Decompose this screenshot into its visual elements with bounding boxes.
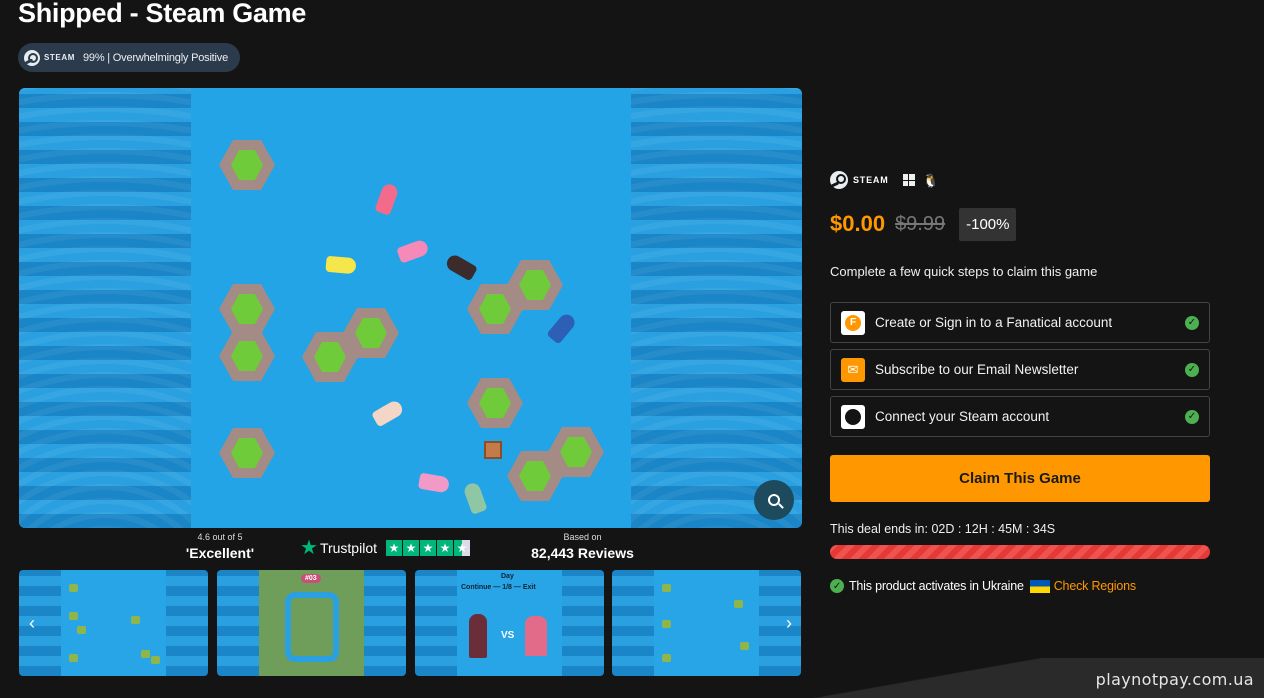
ukraine-flag-icon <box>1029 579 1050 593</box>
star-icon: ★ <box>386 540 402 556</box>
page-title: Shipped - Steam Game <box>18 0 307 28</box>
chevron-left-icon: ‹ <box>29 612 35 633</box>
chevron-right-icon: › <box>786 612 792 633</box>
check-regions-link[interactable]: Check Regions <box>1054 579 1136 593</box>
check-icon: ✓ <box>1185 315 1199 330</box>
star-icon: ★ <box>437 540 453 556</box>
thumbnail-4[interactable] <box>612 570 801 676</box>
fanatical-icon: F <box>841 310 865 335</box>
water-border-right <box>631 88 802 528</box>
mail-icon: ✉ <box>841 357 865 382</box>
claim-game-button[interactable]: Claim This Game <box>830 455 1210 502</box>
steam-icon <box>24 49 40 66</box>
step-email-newsletter[interactable]: ✉ Subscribe to our Email Newsletter ✓ <box>830 349 1210 390</box>
step-label: Subscribe to our Email Newsletter <box>875 362 1079 377</box>
trustpilot-star-icon: ★ <box>300 537 318 559</box>
windows-icon <box>902 174 915 186</box>
activation-info: ✓ This product activates in Ukraine Chec… <box>830 579 1136 593</box>
trustpilot-reviews: Based on 82,443 Reviews <box>520 532 645 561</box>
rating-text: 99% | Overwhelmingly Positive <box>83 51 229 64</box>
deal-countdown: This deal ends in: 02D : 12H : 45M : 34S <box>830 522 1056 536</box>
steps-intro: Complete a few quick steps to claim this… <box>830 264 1098 279</box>
trustpilot-score-small: 4.6 out of 5 <box>197 532 243 542</box>
thumb-day-label: Day <box>501 573 514 580</box>
deal-progress-bar <box>830 545 1210 559</box>
thumbnail-1[interactable] <box>19 570 208 676</box>
steam-rating-badge[interactable]: STEAM 99% | Overwhelmingly Positive <box>18 43 240 72</box>
os-icons: 🐧 <box>902 172 939 188</box>
trustpilot-widget[interactable]: 4.6 out of 5 'Excellent' ★ Trustpilot ★ … <box>180 532 640 566</box>
zoom-button[interactable] <box>754 480 794 520</box>
steam-icon <box>841 404 865 429</box>
carousel-prev-button[interactable]: ‹ <box>19 570 45 676</box>
watermark: playnotpay.com.ua <box>1095 670 1254 689</box>
check-icon: ✓ <box>1185 362 1199 377</box>
main-screenshot[interactable] <box>19 88 802 528</box>
game-field <box>191 88 631 528</box>
original-price: $9.99 <box>895 212 946 235</box>
step-label: Create or Sign in to a Fanatical account <box>875 315 1113 330</box>
step-label: Connect your Steam account <box>875 409 1050 424</box>
trustpilot-score-label: 'Excellent' <box>185 545 255 561</box>
price-row: $0.00 $9.99 -100% <box>830 206 1017 242</box>
thumb-menu-label: Continue — 1/8 — Exit <box>461 584 536 591</box>
star-icon: ★ <box>403 540 419 556</box>
drm-label: STEAM <box>853 175 889 185</box>
half-star-icon: ★ <box>454 540 470 556</box>
thumbnail-2[interactable]: #03 <box>217 570 406 676</box>
deal-progress-fill <box>830 545 1210 559</box>
level-badge: #03 <box>301 574 321 583</box>
activation-text: This product activates in Ukraine <box>849 579 1024 593</box>
thumb-vs-label: VS <box>501 630 515 641</box>
trustpilot-stars: ★ ★ ★ ★ ★ <box>386 540 471 556</box>
thumbnail-3[interactable]: Day Continue — 1/8 — Exit VS <box>415 570 604 676</box>
water-border-left <box>19 88 191 528</box>
trustpilot-score: 4.6 out of 5 'Excellent' <box>180 532 260 561</box>
star-icon: ★ <box>420 540 436 556</box>
check-icon: ✓ <box>830 579 844 593</box>
trustpilot-review-count: 82,443 Reviews <box>531 545 634 561</box>
linux-icon: 🐧 <box>922 172 939 188</box>
trustpilot-based-on: Based on <box>563 532 602 542</box>
discount-badge: -100% <box>959 207 1017 241</box>
product-panel: STEAM 🐧 $0.00 $9.99 -100% Complete a few… <box>830 168 1210 593</box>
current-price: $0.00 <box>830 211 886 236</box>
steam-label: STEAM <box>44 53 75 62</box>
step-steam-account[interactable]: Connect your Steam account ✓ <box>830 396 1210 437</box>
steam-icon <box>830 171 848 189</box>
zoom-icon <box>768 494 780 506</box>
thumbnail-carousel: #03 Day Continue — 1/8 — Exit VS ‹ › <box>19 570 802 676</box>
trustpilot-brand: ★ Trustpilot ★ ★ ★ ★ ★ <box>300 538 471 558</box>
step-fanatical-account[interactable]: F Create or Sign in to a Fanatical accou… <box>830 302 1210 343</box>
check-icon: ✓ <box>1185 409 1199 424</box>
platform-row: STEAM 🐧 <box>830 168 1210 192</box>
trustpilot-name: Trustpilot <box>319 540 377 556</box>
